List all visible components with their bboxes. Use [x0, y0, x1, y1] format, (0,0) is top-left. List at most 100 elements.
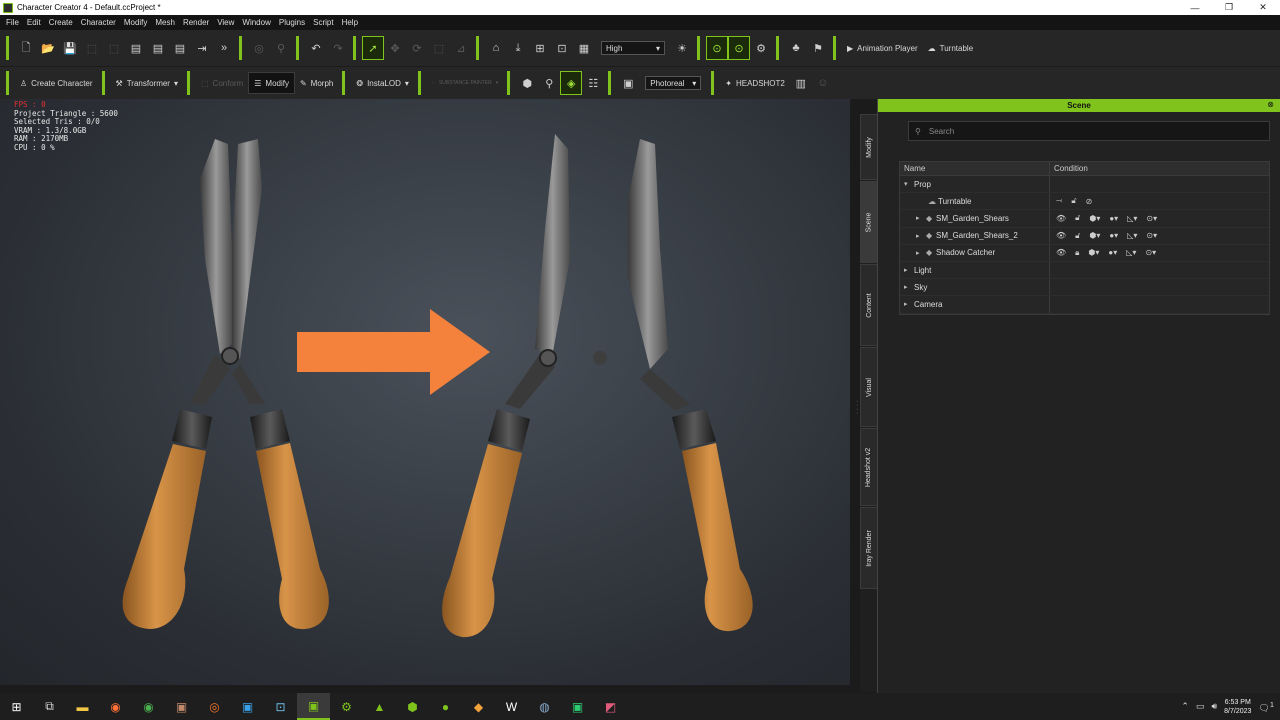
firefox-icon[interactable]: ◉ — [99, 693, 132, 720]
headshot-button[interactable]: ✦ HEADSHOT2 — [720, 72, 790, 94]
mesh-icon[interactable]: ⬢▾ — [1089, 214, 1100, 223]
shadow-icon[interactable]: ◺▾ — [1126, 248, 1136, 257]
expand-right-icon[interactable]: ▸ — [904, 266, 914, 274]
menu-window[interactable]: Window — [238, 18, 274, 27]
menu-file[interactable]: File — [2, 18, 23, 27]
lock-icon[interactable]: 🔓︎ — [1071, 196, 1076, 206]
animation-player-button[interactable]: ▶ Animation Player — [842, 37, 923, 59]
close-panel-icon[interactable]: ⊗ — [1267, 100, 1274, 109]
search-input[interactable]: ⚲ Search — [908, 121, 1270, 141]
head-generate-icon[interactable]: ▥ — [790, 71, 812, 95]
expand-right-icon[interactable]: ▸ — [904, 283, 914, 291]
fit-view-icon[interactable]: ⊞ — [529, 36, 551, 60]
start-windows-icon[interactable]: ⊞ — [0, 693, 33, 720]
tray-chevron-up-icon[interactable]: ⌃ — [1181, 701, 1189, 712]
expand-right-icon[interactable]: ▸ — [916, 249, 926, 257]
settings-sliders-icon[interactable]: ☷ — [582, 71, 604, 95]
menu-script[interactable]: Script — [309, 18, 337, 27]
align-floor-icon[interactable]: ⤓ — [507, 36, 529, 60]
substance-painter-icon[interactable]: ▣ — [561, 693, 594, 720]
more-icon[interactable]: » — [213, 36, 235, 60]
save-icon[interactable]: 💾 — [59, 36, 81, 60]
cube-icon[interactable]: ⬢ — [516, 71, 538, 95]
tab-visual[interactable]: Visual — [860, 347, 878, 427]
link-icon[interactable]: ⤙ — [1056, 196, 1062, 206]
tab-iray-render[interactable]: Iray Render — [860, 507, 878, 589]
actor-icon[interactable]: ♣ — [785, 36, 807, 60]
bone-icon[interactable]: ⚙ — [750, 36, 772, 60]
video-editor-icon[interactable]: ▣ — [231, 693, 264, 720]
capture-icon[interactable]: ⊡ — [264, 693, 297, 720]
tree-row-light[interactable]: ▸ Light — [900, 261, 1269, 280]
close-icon[interactable]: ✕ — [1246, 0, 1280, 15]
obj-export-icon[interactable]: ▤ — [125, 36, 147, 60]
physics-icon[interactable]: ⊙▾ — [1146, 214, 1157, 223]
menu-character[interactable]: Character — [77, 18, 120, 27]
modify-button[interactable]: ☰ Modify — [248, 72, 295, 94]
turntable-button[interactable]: ☁ Turntable — [923, 37, 979, 59]
tree-row-sm-garden-shears-2[interactable]: ▸ ◆ SM_Garden_Shears_2 👁︎ 🔓︎ ⬢▾ ●▾ ◺▾ ⊙▾ — [900, 227, 1269, 245]
fbx-export-icon[interactable]: ▤ — [147, 36, 169, 60]
material-icon[interactable]: ●▾ — [1108, 248, 1117, 257]
menu-view[interactable]: View — [213, 18, 238, 27]
morph-button[interactable]: ✎ Morph — [295, 72, 338, 94]
usd-export-icon[interactable]: ▤ — [169, 36, 191, 60]
blender-icon[interactable]: ◎ — [198, 693, 231, 720]
garden-shears-left[interactable] — [122, 139, 329, 630]
tree-row-sm-garden-shears[interactable]: ▸ ◆ SM_Garden_Shears 👁︎ 🔓︎ ⬢▾ ●▾ ◺▾ ⊙▾ — [900, 210, 1269, 228]
splitter-handle[interactable]: · · · · — [856, 398, 858, 417]
chrome-icon[interactable]: ◉ — [132, 693, 165, 720]
file-explorer-icon[interactable]: ▬ — [66, 693, 99, 720]
lock-icon[interactable]: 🔓︎ — [1075, 231, 1080, 241]
smart-icon[interactable]: ◈ — [560, 71, 583, 95]
physics-icon[interactable]: ⊙▾ — [1145, 248, 1156, 257]
expand-down-icon[interactable]: ▾ — [904, 180, 914, 188]
tree-row-prop[interactable]: ▾ Prop — [900, 176, 1269, 194]
green-app-icon[interactable]: ● — [429, 693, 462, 720]
pose-toggle-icon[interactable]: ⊙ — [706, 36, 728, 60]
send-icon[interactable]: ⇥ — [191, 36, 213, 60]
tab-content[interactable]: Content — [860, 264, 878, 346]
lock-icon[interactable]: 🔓︎ — [1075, 213, 1080, 223]
rotate-icon[interactable]: ⟳ — [406, 36, 428, 60]
notification-icon[interactable]: 🗨︎1 — [1258, 700, 1274, 714]
cartoon-animator-icon[interactable]: ▲ — [363, 693, 396, 720]
home-camera-icon[interactable]: ⌂ — [485, 36, 507, 60]
iclone-icon[interactable]: ⚙ — [330, 693, 363, 720]
daz-studio-icon[interactable]: ▣ — [165, 693, 198, 720]
menu-mesh[interactable]: Mesh — [151, 18, 179, 27]
menu-edit[interactable]: Edit — [23, 18, 45, 27]
select-arrow-icon[interactable]: ➚ — [362, 36, 384, 60]
tab-scene[interactable]: Scene — [860, 181, 878, 263]
new-file-icon[interactable]: 🗋 — [15, 36, 37, 60]
camera-icon[interactable]: ◎ — [248, 36, 270, 60]
render-icon[interactable]: ▣ — [617, 71, 639, 95]
3d-viewport[interactable] — [0, 99, 850, 685]
focus-icon[interactable]: ⊡ — [551, 36, 573, 60]
task-view-icon[interactable]: ⧉ — [33, 693, 66, 720]
shadow-icon[interactable]: ◺▾ — [1127, 214, 1137, 223]
merge-icon[interactable]: ⬚ — [103, 36, 125, 60]
box-app-icon[interactable]: ◆ — [462, 693, 495, 720]
redo-icon[interactable]: ↷ — [327, 36, 349, 60]
create-character-button[interactable]: ♙ Create Character — [15, 72, 98, 94]
move-icon[interactable]: ✥ — [384, 36, 406, 60]
expand-right-icon[interactable]: ▸ — [916, 214, 926, 222]
character-creator-icon[interactable]: ▣ — [297, 693, 330, 720]
menu-help[interactable]: Help — [338, 18, 362, 27]
reallusion-hub-icon[interactable]: ⬢ — [396, 693, 429, 720]
volume-icon[interactable]: 🔊︎ — [1211, 701, 1217, 712]
visibility-eye-icon[interactable]: 👁︎ — [1056, 214, 1066, 223]
visibility-eye-icon[interactable]: 👁︎ — [1056, 231, 1066, 240]
snap-icon[interactable]: ⊿ — [450, 36, 472, 60]
shadow-icon[interactable]: ◺▾ — [1127, 231, 1137, 240]
restore-icon[interactable]: ❐ — [1212, 0, 1246, 15]
word-icon[interactable]: W — [495, 693, 528, 720]
undo-icon[interactable]: ↶ — [305, 36, 327, 60]
open-folder-icon[interactable]: 📂 — [37, 36, 59, 60]
globe-app-icon[interactable]: ◍ — [528, 693, 561, 720]
instalod-button[interactable]: ❂ InstaLOD ▾ — [351, 72, 414, 94]
flag-icon[interactable]: ⚑ — [807, 36, 829, 60]
tree-row-sky[interactable]: ▸ Sky — [900, 279, 1269, 297]
tree-row-shadow-catcher[interactable]: ▸ ◆ Shadow Catcher 👁︎ 🔒︎ ⬢▾ ●▾ ◺▾ ⊙▾ — [900, 244, 1269, 262]
